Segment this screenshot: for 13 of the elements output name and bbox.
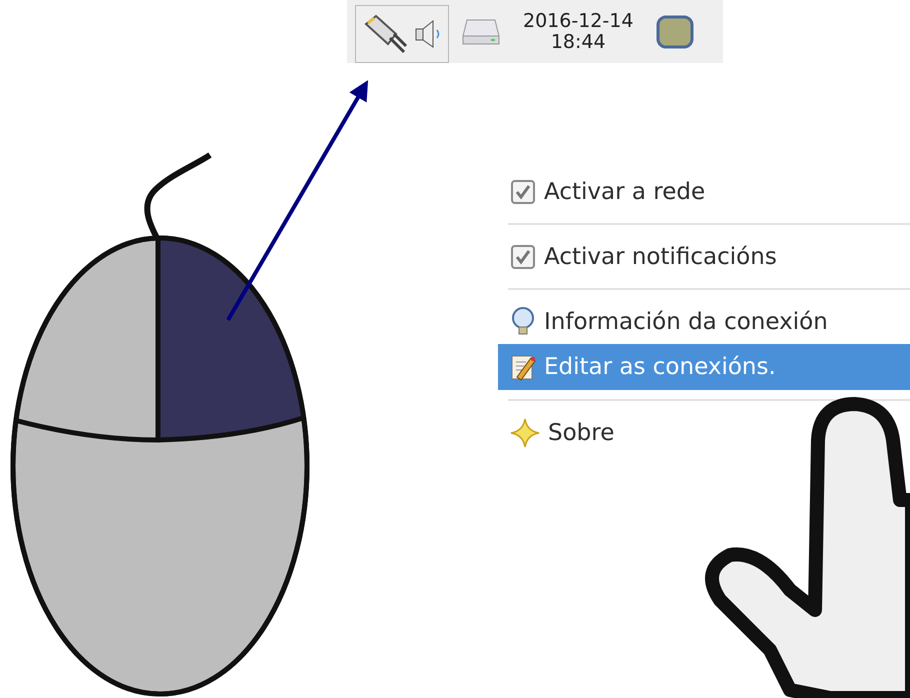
lightbulb-icon <box>510 307 536 337</box>
network-cable-icon[interactable] <box>362 14 408 54</box>
menu-item[interactable]: Información da conexión <box>498 300 836 344</box>
star-icon <box>510 418 540 448</box>
menu-item[interactable]: Activar notificacións <box>498 235 785 279</box>
notepad-pencil-icon <box>510 353 536 381</box>
menu-item[interactable]: Sobre <box>498 411 622 455</box>
screen-icon[interactable] <box>655 14 696 50</box>
checked-checkbox[interactable] <box>510 244 536 270</box>
menu-item[interactable]: Activar a rede <box>498 170 714 214</box>
clock[interactable]: 2016-12-14 18:44 <box>523 10 634 52</box>
checked-checkbox[interactable] <box>510 179 536 205</box>
speaker-icon[interactable] <box>414 18 442 50</box>
